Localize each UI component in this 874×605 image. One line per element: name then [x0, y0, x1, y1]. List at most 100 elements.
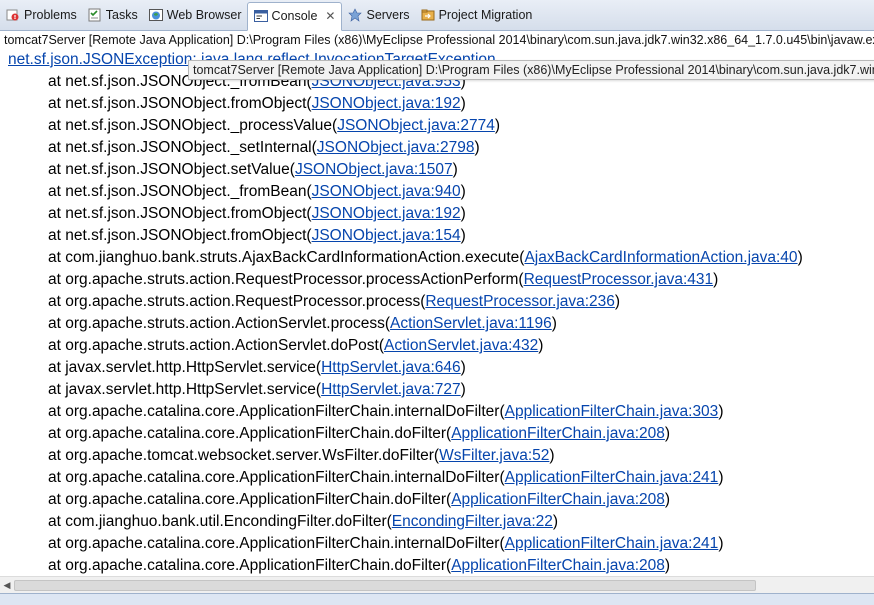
- process-tooltip: tomcat7Server [Remote Java Application] …: [188, 60, 874, 80]
- stack-frame-end: ): [614, 293, 621, 310]
- stack-frame-line[interactable]: at net.sf.json.JSONObject.fromObject(JSO…: [0, 225, 466, 247]
- stack-frame-method: at com.jianghuo.bank.struts.AjaxBackCard…: [48, 249, 525, 266]
- source-link[interactable]: AjaxBackCardInformationAction.java:40: [524, 249, 797, 266]
- source-link[interactable]: RequestProcessor.java:236: [425, 293, 615, 310]
- stack-frame-line[interactable]: at javax.servlet.http.HttpServlet.servic…: [0, 379, 466, 401]
- stack-frame-end: ): [460, 183, 466, 200]
- stack-frame-line[interactable]: at org.apache.catalina.core.ApplicationF…: [0, 401, 723, 423]
- stack-frame-line[interactable]: at net.sf.json.JSONObject._setInternal(J…: [0, 137, 480, 159]
- stack-frame-line[interactable]: at javax.servlet.http.HttpServlet.servic…: [0, 357, 466, 379]
- source-link[interactable]: ApplicationFilterChain.java:208: [451, 425, 665, 442]
- tab-problems[interactable]: Problems: [0, 1, 82, 29]
- stack-frame-line[interactable]: at net.sf.json.JSONObject.setValue(JSONO…: [0, 159, 458, 181]
- source-link[interactable]: ApplicationFilterChain.java:241: [505, 469, 719, 486]
- source-link[interactable]: JSONObject.java:2774: [337, 117, 495, 134]
- console-icon: [253, 9, 268, 23]
- stack-frame-end: ): [549, 447, 555, 464]
- migration-icon: [421, 8, 435, 22]
- stack-frame-line[interactable]: at org.apache.struts.action.ActionServle…: [0, 335, 543, 357]
- source-link[interactable]: JSONObject.java:940: [312, 183, 461, 200]
- stack-frame-end: ): [460, 95, 466, 112]
- tab-web-browser[interactable]: Web Browser: [143, 1, 247, 29]
- close-icon[interactable]: ✕: [325, 9, 335, 23]
- stack-frame-method: at org.apache.catalina.core.ApplicationF…: [48, 403, 505, 420]
- stack-frame-method: at org.apache.tomcat.websocket.server.Ws…: [48, 447, 440, 464]
- stack-frame-method: at com.jianghuo.bank.util.EncondingFilte…: [48, 513, 392, 530]
- source-link[interactable]: HttpServlet.java:646: [321, 359, 461, 376]
- stack-frame-line[interactable]: at net.sf.json.JSONObject._fromBean(JSON…: [0, 181, 466, 203]
- stack-frame-line[interactable]: at org.apache.catalina.core.ApplicationF…: [0, 423, 670, 445]
- console-output[interactable]: net.sf.json.JSONException: java.lang.ref…: [0, 49, 874, 576]
- problems-icon: [6, 8, 20, 22]
- tab-label: Servers: [366, 8, 410, 22]
- stack-frame-end: ): [797, 249, 803, 266]
- web-browser-icon: [148, 8, 163, 22]
- stack-frame-method: at org.apache.catalina.core.ApplicationF…: [48, 491, 452, 508]
- source-link[interactable]: JSONObject.java:154: [312, 227, 461, 244]
- console-process-label: tomcat7Server [Remote Java Application] …: [4, 33, 874, 47]
- stack-frame-line[interactable]: at org.apache.tomcat.websocket.server.Ws…: [0, 445, 555, 467]
- stack-frame-end: ): [718, 469, 724, 486]
- stack-frame-method: at org.apache.struts.action.ActionServle…: [48, 337, 385, 354]
- source-link[interactable]: HttpServlet.java:727: [321, 381, 461, 398]
- source-link[interactable]: JSONObject.java:192: [312, 205, 461, 222]
- source-link[interactable]: EncondingFilter.java:22: [392, 513, 553, 530]
- stack-frame-end: ): [718, 403, 724, 420]
- stack-frame-end: ): [538, 337, 544, 354]
- stack-frame-line[interactable]: at com.jianghuo.bank.struts.AjaxBackCard…: [0, 247, 803, 269]
- stack-frame-end: ): [664, 557, 671, 574]
- stack-frame-method: at org.apache.catalina.core.ApplicationF…: [48, 425, 452, 442]
- stack-frame-line[interactable]: at org.apache.struts.action.ActionServle…: [0, 313, 557, 335]
- tasks-icon: [88, 8, 102, 22]
- stack-frame-line[interactable]: at net.sf.json.JSONObject.fromObject(JSO…: [0, 203, 466, 225]
- source-link[interactable]: RequestProcessor.java:431: [524, 271, 714, 288]
- stack-frame-method: at net.sf.json.JSONObject._processValue(: [48, 117, 338, 134]
- source-link[interactable]: ActionServlet.java:432: [384, 337, 538, 354]
- tab-project-migration[interactable]: Project Migration: [415, 1, 538, 29]
- stack-frame-line[interactable]: at org.apache.catalina.core.ApplicationF…: [0, 489, 670, 511]
- source-link[interactable]: JSONObject.java:192: [312, 95, 461, 112]
- stack-frame-end: ): [460, 205, 466, 222]
- servers-icon: [348, 8, 363, 22]
- tab-label: Web Browser: [166, 8, 242, 22]
- stack-frame-method: at org.apache.catalina.core.ApplicationF…: [48, 535, 505, 552]
- stack-frame-end: ): [551, 315, 557, 332]
- source-link[interactable]: ApplicationFilterChain.java:208: [451, 491, 665, 508]
- stack-frame-end: ): [552, 513, 559, 530]
- source-link[interactable]: JSONObject.java:2798: [317, 139, 475, 156]
- stack-frame-line[interactable]: at org.apache.struts.action.RequestProce…: [0, 291, 620, 313]
- view-tab-bar: Problems Tasks Web Browser Console ✕ Ser…: [0, 0, 874, 31]
- scrollbar-thumb[interactable]: [14, 580, 756, 591]
- source-link[interactable]: ApplicationFilterChain.java:303: [505, 403, 719, 420]
- stack-frame-end: ): [474, 139, 480, 156]
- source-link[interactable]: JSONObject.java:1507: [295, 161, 453, 178]
- stack-frame-method: at org.apache.struts.action.RequestProce…: [48, 271, 524, 288]
- stack-frame-method: at javax.servlet.http.HttpServlet.servic…: [48, 359, 322, 376]
- stack-frame-line[interactable]: at com.jianghuo.bank.util.EncondingFilte…: [0, 511, 558, 533]
- source-link[interactable]: WsFilter.java:52: [439, 447, 549, 464]
- tab-label: Tasks: [105, 8, 138, 22]
- source-link[interactable]: ApplicationFilterChain.java:241: [505, 535, 719, 552]
- stack-frame-method: at net.sf.json.JSONObject.fromObject(: [48, 227, 312, 244]
- horizontal-scrollbar[interactable]: ◀: [0, 576, 874, 593]
- stack-frame-method: at org.apache.catalina.core.ApplicationF…: [48, 469, 505, 486]
- stack-frame-end: ): [460, 227, 466, 244]
- stack-frame-method: at net.sf.json.JSONObject.fromObject(: [48, 205, 312, 222]
- tab-console[interactable]: Console ✕: [246, 1, 343, 31]
- stack-frame-end: ): [718, 535, 724, 552]
- source-link[interactable]: ApplicationFilterChain.java:208: [451, 557, 665, 574]
- stack-frame-method: at net.sf.json.JSONObject._setInternal(: [48, 139, 317, 156]
- source-link[interactable]: ActionServlet.java:1196: [390, 315, 552, 332]
- tab-servers[interactable]: Servers: [342, 1, 414, 29]
- stack-frame-method: at net.sf.json.JSONObject.fromObject(: [48, 95, 312, 112]
- stack-frame-line[interactable]: at net.sf.json.JSONObject.fromObject(JSO…: [0, 93, 466, 115]
- stack-frame-line[interactable]: at org.apache.struts.action.RequestProce…: [0, 269, 718, 291]
- stack-frame-line[interactable]: at org.apache.catalina.core.ApplicationF…: [0, 555, 670, 576]
- stack-frame-line[interactable]: at org.apache.catalina.core.ApplicationF…: [0, 467, 723, 489]
- stack-frame-line[interactable]: at org.apache.catalina.core.ApplicationF…: [0, 533, 723, 555]
- stack-frame-method: at javax.servlet.http.HttpServlet.servic…: [48, 381, 322, 398]
- stack-frame-line[interactable]: at net.sf.json.JSONObject._processValue(…: [0, 115, 500, 137]
- stack-frame-end: ): [664, 491, 671, 508]
- scroll-left-icon[interactable]: ◀: [2, 580, 12, 590]
- tab-tasks[interactable]: Tasks: [82, 1, 143, 29]
